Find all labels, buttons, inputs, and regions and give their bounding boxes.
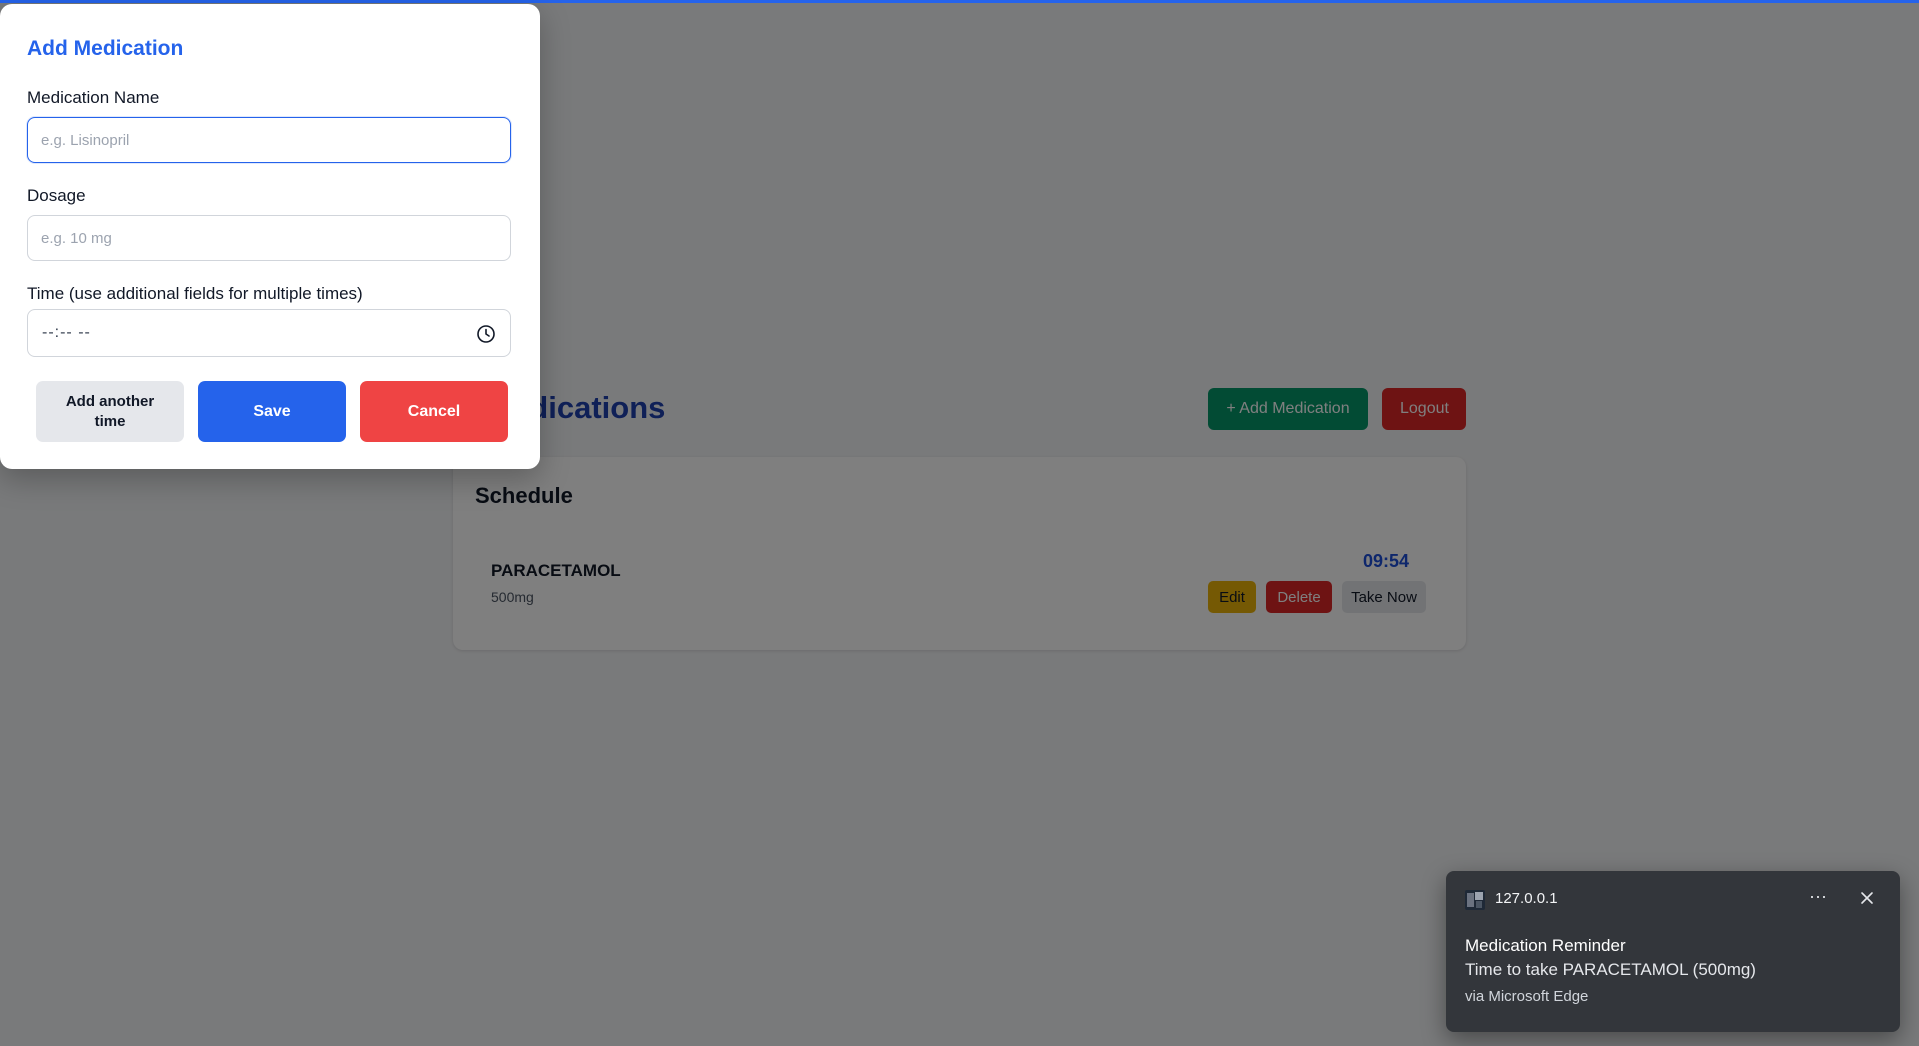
notification-source: via Microsoft Edge xyxy=(1465,988,1589,1005)
dosage-input[interactable] xyxy=(27,215,511,261)
site-icon xyxy=(1465,890,1485,910)
time-input[interactable]: --:-- -- xyxy=(27,309,511,357)
notification-toast[interactable]: 127.0.0.1 ··· Medication Reminder Time t… xyxy=(1446,871,1900,1032)
cancel-button[interactable]: Cancel xyxy=(360,381,508,442)
time-value: --:-- -- xyxy=(42,324,91,341)
notification-body: Time to take PARACETAMOL (500mg) xyxy=(1465,960,1756,979)
add-medication-modal: Add Medication Medication Name Dosage Ti… xyxy=(0,4,540,469)
notification-title: Medication Reminder xyxy=(1465,936,1626,955)
close-icon[interactable] xyxy=(1852,883,1882,913)
ellipsis-icon[interactable]: ··· xyxy=(1803,883,1833,913)
medication-name-label: Medication Name xyxy=(27,88,160,107)
medication-name-input[interactable] xyxy=(27,117,511,163)
dosage-label: Dosage xyxy=(27,186,86,205)
time-label: Time (use additional fields for multiple… xyxy=(27,284,363,303)
add-another-time-button[interactable]: Add another time xyxy=(36,381,184,442)
notification-host: 127.0.0.1 xyxy=(1495,890,1558,907)
clock-icon[interactable] xyxy=(476,324,496,344)
modal-title: Add Medication xyxy=(27,37,184,60)
save-button[interactable]: Save xyxy=(198,381,346,442)
